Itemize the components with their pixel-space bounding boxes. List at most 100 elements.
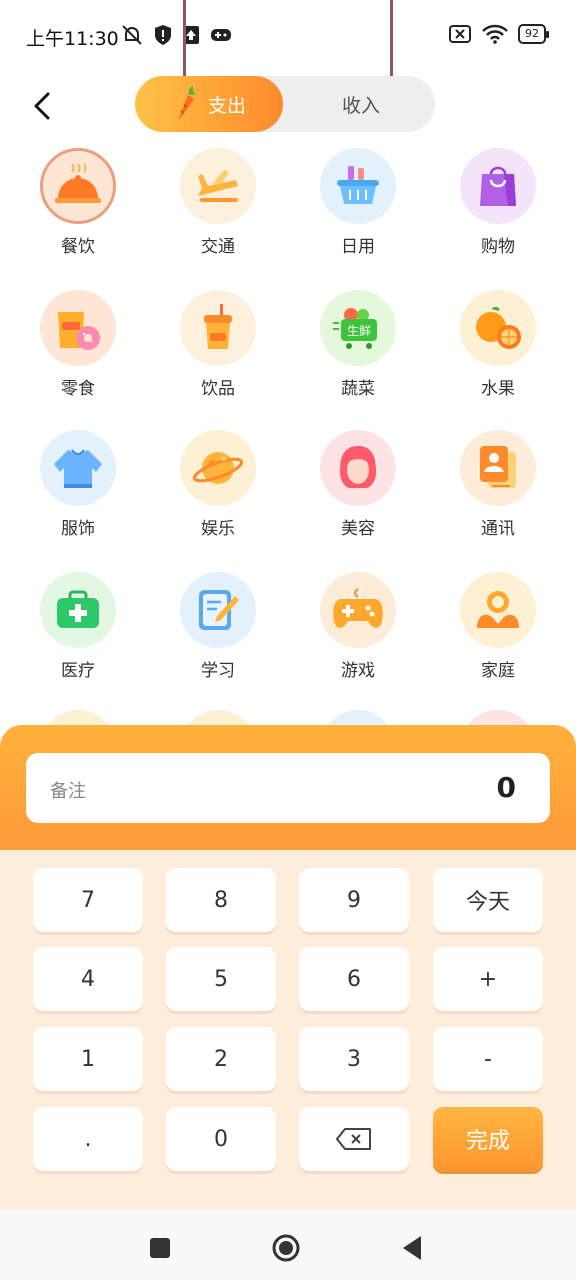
- key-0[interactable]: 0: [166, 1107, 276, 1171]
- note-placeholder: 备注: [50, 781, 86, 802]
- category-icon-bg: [180, 148, 256, 224]
- category-label: 蔬菜: [341, 379, 375, 399]
- key-backspace[interactable]: [299, 1107, 409, 1171]
- note-field[interactable]: 备注 0: [26, 753, 550, 823]
- header: 支出 收入: [0, 76, 576, 136]
- category-label: 学习: [201, 661, 235, 681]
- square-icon: [150, 1238, 170, 1258]
- tab-income[interactable]: 收入: [287, 76, 435, 132]
- planet-icon: [192, 452, 244, 484]
- system-nav-bar: [0, 1210, 576, 1280]
- status-time: 上午11:30: [26, 28, 119, 50]
- category-icon-bg: [320, 148, 396, 224]
- key-7[interactable]: 7: [33, 868, 143, 932]
- category-games[interactable]: 游戏: [288, 572, 428, 702]
- key-minus[interactable]: -: [433, 1027, 543, 1091]
- tab-expense-label: 支出: [207, 94, 246, 117]
- dining-cloche-icon: [55, 163, 101, 203]
- category-medical[interactable]: 医疗: [8, 572, 148, 702]
- category-label: 购物: [481, 237, 515, 257]
- input-panel: 备注 0 7 8 9 今天 4 5 6 + 1 2 3 - . 0 完成: [0, 725, 576, 1210]
- family-icon: [477, 591, 519, 628]
- category-icon-bg: [40, 148, 116, 224]
- key-today[interactable]: 今天: [433, 868, 543, 932]
- category-transport[interactable]: 交通: [148, 148, 288, 278]
- category-snack[interactable]: 零食: [8, 290, 148, 420]
- category-label: 游戏: [341, 661, 375, 681]
- key-4[interactable]: 4: [33, 947, 143, 1011]
- category-label: 水果: [481, 379, 515, 399]
- notepad-pen-icon: [199, 590, 239, 630]
- category-label: 餐饮: [61, 237, 95, 257]
- key-9[interactable]: 9: [299, 868, 409, 932]
- gamepad-icon: [333, 588, 383, 628]
- carrot-icon: [177, 86, 196, 121]
- key-dot[interactable]: .: [33, 1107, 143, 1171]
- category-icon-bg: [460, 572, 536, 648]
- type-toggle: 支出 收入: [135, 76, 435, 132]
- decorative-strip: [183, 0, 186, 76]
- key-1[interactable]: 1: [33, 1027, 143, 1091]
- category-study[interactable]: 学习: [148, 572, 288, 702]
- category-icon-bg: [460, 290, 536, 366]
- decorative-strip: [390, 0, 393, 76]
- sweater-icon: [54, 449, 102, 488]
- category-label: 家庭: [481, 661, 515, 681]
- backspace-icon: [336, 1128, 371, 1150]
- mute-bell-icon: [122, 25, 142, 45]
- system-back-button[interactable]: [394, 1230, 430, 1266]
- tab-expense[interactable]: 支出: [135, 76, 283, 132]
- circle-icon: [272, 1234, 300, 1262]
- drink-cup-icon: [204, 304, 232, 349]
- category-label: 医疗: [61, 661, 95, 681]
- category-label: 交通: [201, 237, 235, 257]
- category-communication[interactable]: 通讯: [428, 430, 568, 560]
- category-label: 饮品: [201, 379, 235, 399]
- category-label: 娱乐: [201, 519, 235, 539]
- category-icon-bg: [460, 430, 536, 506]
- category-icon-bg: [180, 430, 256, 506]
- gamepad-status-icon: [211, 29, 231, 41]
- orange-fruit-icon: [476, 306, 521, 349]
- back-button[interactable]: [24, 86, 60, 126]
- snack-donut-icon: [58, 312, 100, 350]
- wifi-icon: [482, 24, 508, 44]
- key-8[interactable]: 8: [166, 868, 276, 932]
- category-dining[interactable]: 餐饮: [8, 148, 148, 278]
- category-beauty[interactable]: 美容: [288, 430, 428, 560]
- category-shopping[interactable]: 购物: [428, 148, 568, 278]
- key-6[interactable]: 6: [299, 947, 409, 1011]
- key-3[interactable]: 3: [299, 1027, 409, 1091]
- sim-blocked-icon: [449, 25, 471, 43]
- category-family[interactable]: 家庭: [428, 572, 568, 702]
- category-icon-bg: [40, 572, 116, 648]
- category-drinks[interactable]: 饮品: [148, 290, 288, 420]
- contact-card-icon: [480, 446, 516, 488]
- category-icon-bg: [180, 290, 256, 366]
- category-icon-bg: [320, 430, 396, 506]
- category-icon-bg: 生鲜: [320, 290, 396, 366]
- basket-icon: [337, 166, 379, 204]
- done-button[interactable]: 完成: [433, 1107, 543, 1171]
- key-plus[interactable]: +: [433, 947, 543, 1011]
- category-icon-bg: [460, 148, 536, 224]
- category-icon-bg: [180, 572, 256, 648]
- category-clothing[interactable]: 服饰: [8, 430, 148, 560]
- category-label: 日用: [341, 237, 375, 257]
- category-entertainment[interactable]: 娱乐: [148, 430, 288, 560]
- airplane-icon: [198, 170, 238, 202]
- woman-face-icon: [340, 446, 376, 488]
- chevron-left-icon: [34, 92, 50, 120]
- category-vegetables[interactable]: 生鲜 蔬菜: [288, 290, 428, 420]
- shopping-bag-icon: [480, 166, 516, 206]
- category-fruit[interactable]: 水果: [428, 290, 568, 420]
- home-button[interactable]: [268, 1230, 304, 1266]
- key-2[interactable]: 2: [166, 1027, 276, 1091]
- category-daily[interactable]: 日用: [288, 148, 428, 278]
- vegetable-cart-icon: 生鲜: [333, 308, 377, 349]
- triangle-back-icon: [403, 1236, 421, 1260]
- category-label: 美容: [341, 519, 375, 539]
- amount-display: 0: [496, 771, 516, 804]
- key-5[interactable]: 5: [166, 947, 276, 1011]
- recent-apps-button[interactable]: [142, 1230, 178, 1266]
